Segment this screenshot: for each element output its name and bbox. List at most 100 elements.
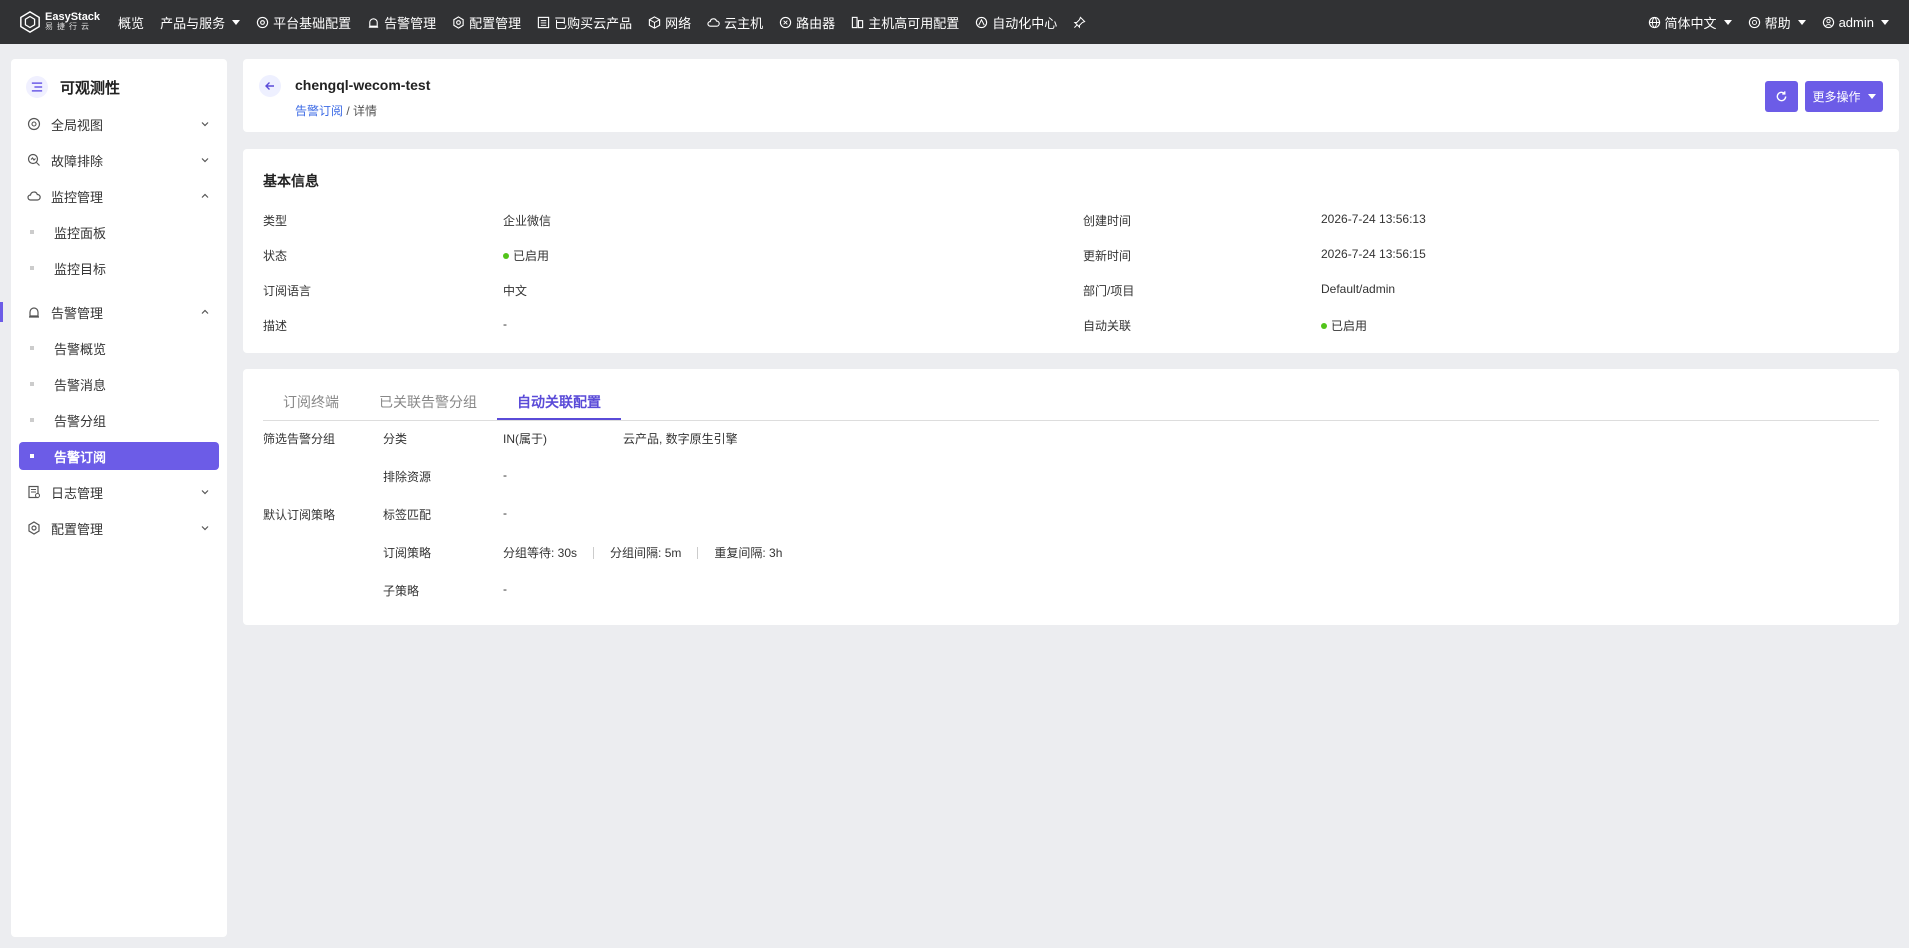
nav-overview-label: 概览 [118,15,145,31]
sidebar-group-label: 全局视图 [51,117,104,133]
nav-router-label: 路由器 [796,15,836,31]
sidebar-item-alert-overview[interactable]: 告警概览 [19,330,219,366]
tab-linked-alert-groups[interactable]: 已关联告警分组 [359,387,497,420]
page-title: chengql-wecom-test [295,77,431,93]
nav-products-label: 产品与服务 [160,15,226,31]
caret-down-icon [1881,19,1889,25]
nav-router[interactable]: 路由器 [771,0,843,44]
rule-operator-category: IN(属于) [503,432,547,446]
nav-network-label: 网络 [665,15,692,31]
policy-group-wait: 分组等待: 30s [503,546,578,560]
chevron-down-icon [201,526,209,531]
auto-link-text: 已启用 [1331,319,1368,333]
help-label: 帮助 [1764,15,1791,31]
more-actions-label: 更多操作 [1812,90,1861,104]
sidebar-item-label: 告警订阅 [54,449,107,465]
sidebar-group-alerts[interactable]: 告警管理 [0,294,227,330]
brand-name-cn: 易捷行云 [45,22,93,31]
nav-cloud-host[interactable]: 云主机 [699,0,771,44]
sidebar: 可观测性 全局视图 故障排除 监控管理 监控面板 监控目标 告警管理 告警概览 … [0,59,227,937]
status-text: 已启用 [513,249,550,263]
tab-subscription-endpoints[interactable]: 订阅终端 [263,387,359,420]
status-enabled-dot-icon [1321,322,1327,329]
nav-products-services[interactable]: 产品与服务 [152,0,248,44]
tab-auto-link-config[interactable]: 自动关联配置 [497,387,621,420]
sidebar-item-label: 告警消息 [54,377,107,393]
language-switcher[interactable]: 简体中文 [1640,0,1740,44]
settings-icon [28,521,40,535]
gear-icon [256,16,269,28]
user-menu[interactable]: admin [1814,0,1897,44]
rule-label-category: 分类 [383,432,408,446]
chevron-down-icon [201,158,209,163]
nav-host-ha-label: 主机高可用配置 [868,15,960,31]
back-button[interactable] [259,75,281,97]
tabs-card: 订阅终端 已关联告警分组 自动关联配置 筛选告警分组 默认订阅策略 分类 IN(… [243,369,1899,625]
nav-platform-config-label: 平台基础配置 [273,15,352,31]
nav-config-management[interactable]: 配置管理 [444,0,529,44]
info-label-created: 创建时间 [1083,214,1132,228]
list-box-icon [537,16,550,28]
sidebar-group-global-view[interactable]: 全局视图 [11,106,227,142]
bullet-icon [30,230,34,234]
sidebar-item-alert-groups[interactable]: 告警分组 [19,402,219,438]
nav-overview[interactable]: 概览 [110,0,152,44]
sidebar-item-monitor-dashboard[interactable]: 监控面板 [19,214,219,250]
caret-down-icon [1797,19,1806,25]
info-label-project: 部门/项目 [1083,284,1135,298]
bullet-icon [30,454,34,458]
detail-header: chengql-wecom-test 告警订阅 / 详情 更多操作 [243,59,1899,132]
user-label: admin [1838,14,1874,30]
pin-icon [1073,15,1086,28]
nav-alert-management[interactable]: 告警管理 [359,0,444,44]
info-value-created: 2026-7-24 13:56:13 [1321,212,1426,226]
brand-logo[interactable]: EasyStack 易捷行云 [19,11,100,33]
chevron-up-icon [201,309,209,314]
cloud-icon [707,17,720,27]
sidebar-item-alert-subscriptions[interactable]: 告警订阅 [19,442,219,470]
globe-icon [1648,16,1660,28]
more-actions-button[interactable]: 更多操作 [1805,81,1883,112]
help-menu[interactable]: 帮助 [1740,0,1814,44]
settings-icon [453,15,464,29]
rule-value-subscription-policy: 分组等待: 30s 分组间隔: 5m 重复间隔: 3h [503,544,782,561]
nav-network[interactable]: 网络 [640,0,699,44]
menu-collapse-icon[interactable] [26,76,48,98]
nav-platform-config[interactable]: 平台基础配置 [248,0,359,44]
rule-label-tag-match: 标签匹配 [383,508,432,522]
info-value-description: - [503,317,507,331]
refresh-button[interactable] [1765,81,1798,112]
filter-group-label: 筛选告警分组 [263,432,336,446]
bullet-icon [30,418,34,422]
help-icon [1748,16,1760,28]
nav-host-ha-config[interactable]: 主机高可用配置 [843,0,967,44]
nav-cloud-host-label: 云主机 [724,15,764,31]
status-enabled-dot-icon [503,252,509,259]
breadcrumb-link-alert-subscriptions[interactable]: 告警订阅 [295,104,343,118]
nav-automation-label: 自动化中心 [992,15,1058,31]
info-label-language: 订阅语言 [263,284,312,298]
sidebar-group-monitoring[interactable]: 监控管理 [11,178,227,214]
rule-value-tag-match: - [503,506,507,520]
sidebar-item-alert-messages[interactable]: 告警消息 [19,366,219,402]
sidebar-item-monitor-targets[interactable]: 监控目标 [19,250,219,286]
sidebar-group-troubleshooting[interactable]: 故障排除 [11,142,227,178]
sidebar-group-logs[interactable]: 日志管理 [11,474,227,510]
info-label-updated: 更新时间 [1083,249,1132,263]
nav-alert-label: 告警管理 [384,15,437,31]
refresh-icon [1776,91,1787,102]
sidebar-group-label: 配置管理 [51,521,104,537]
basic-info-title: 基本信息 [263,173,319,189]
pin-button[interactable] [1065,0,1094,44]
sidebar-group-label: 监控管理 [51,189,104,205]
server-icon [852,16,864,28]
nav-purchased-products[interactable]: 已购买云产品 [529,0,640,44]
bullet-icon [30,382,34,386]
sidebar-group-config[interactable]: 配置管理 [11,510,227,546]
network-cube-icon [648,15,661,29]
monitor-cloud-icon [27,191,41,201]
brand-name-en: EasyStack [45,11,101,23]
nav-automation-center[interactable]: 自动化中心 [967,0,1065,44]
info-label-type: 类型 [263,214,288,228]
nav-config-label: 配置管理 [469,15,522,31]
